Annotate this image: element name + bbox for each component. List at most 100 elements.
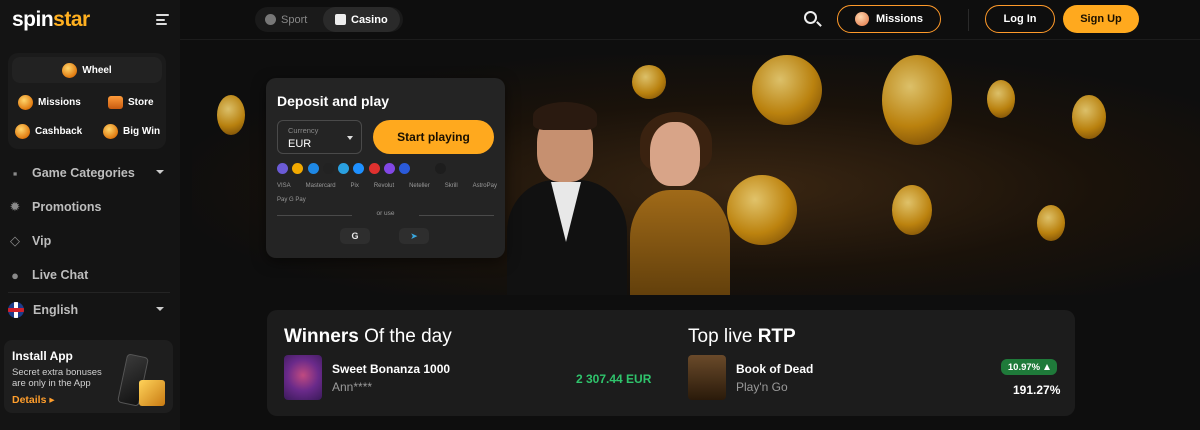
chevron-down-icon	[347, 136, 353, 140]
search-icon[interactable]	[804, 11, 817, 24]
crypto-icon	[399, 163, 411, 174]
coin-illustration	[987, 80, 1015, 118]
apple-pay-logo: Pay	[277, 197, 288, 203]
man-illustration	[507, 100, 627, 295]
sidebar-item-game-categories[interactable]: ▪ Game Categories	[8, 160, 170, 186]
divider	[8, 292, 170, 293]
astropay-logo: AstroPay	[472, 183, 497, 189]
sidebar-item-promotions[interactable]: ✹ Promotions	[8, 194, 170, 220]
rtp-value: 191.27%	[1013, 383, 1061, 397]
coin-illustration	[892, 185, 932, 235]
or-use-divider: or use	[277, 210, 494, 222]
install-title: Install App	[12, 349, 73, 363]
revolut-logo: Revolut	[373, 183, 395, 189]
crypto-icon	[434, 163, 446, 174]
visa-logo: VISA	[277, 183, 291, 189]
coin-illustration	[217, 95, 245, 135]
sweet-bonanza-thumbnail[interactable]	[284, 355, 322, 400]
wheel-button[interactable]: Wheel	[12, 57, 162, 83]
telegram-icon: ➤	[410, 230, 418, 241]
stats-card: Winners Of the day Sweet Bonanza 1000 An…	[267, 310, 1075, 416]
language-selector[interactable]: English	[8, 297, 170, 323]
woman-illustration	[622, 110, 732, 295]
payment-methods-2: Pay G Pay	[277, 197, 306, 203]
google-icon: G	[351, 231, 359, 241]
sidebar: spinstar Wheel Missions Store Cashback B…	[0, 0, 180, 430]
arrow-up-icon	[1044, 364, 1051, 370]
chat-icon: ●	[11, 267, 19, 283]
missions-icon	[854, 12, 869, 26]
rtp-game-name[interactable]: Book of Dead	[736, 362, 813, 376]
crypto-icon	[338, 163, 350, 174]
coin-illustration	[632, 65, 666, 99]
winner-amount: 2 307.44 EUR	[576, 372, 652, 386]
details-link[interactable]: Details ▸	[12, 394, 55, 406]
coin-illustration	[727, 175, 797, 245]
coin-illustration	[1037, 205, 1065, 241]
big-win-link[interactable]: Big Win	[103, 118, 160, 144]
crypto-icon	[384, 163, 396, 174]
neteller-logo: Neteller	[409, 183, 430, 189]
deposit-title: Deposit and play	[277, 93, 390, 109]
coin-illustration	[752, 55, 822, 125]
crypto-icon	[277, 163, 288, 174]
sidebar-item-vip[interactable]: ◇ Vip	[8, 228, 170, 254]
skrill-logo: Skrill	[444, 183, 458, 189]
grid-icon: ▪	[12, 165, 18, 181]
tab-sport[interactable]: Sport	[265, 7, 307, 32]
cashback-icon	[15, 123, 30, 139]
crypto-icon	[307, 163, 319, 174]
start-playing-button[interactable]: Start playing	[373, 120, 494, 154]
rtp-change-badge: 10.97%	[1001, 359, 1057, 375]
chevron-down-icon	[156, 307, 164, 311]
payment-methods: VISA Mastercard Pix Revolut Neteller Skr…	[277, 183, 497, 189]
google-login-button[interactable]: G	[340, 228, 370, 244]
topbar: Sport Casino Missions Log In Sign Up	[180, 0, 1200, 40]
store-link[interactable]: Store	[108, 89, 154, 115]
rtp-provider: Play'n Go	[736, 380, 788, 394]
pix-logo: Pix	[350, 183, 359, 189]
uk-flag-icon	[8, 302, 24, 318]
crypto-icon	[322, 163, 334, 174]
crypto-icon	[353, 163, 365, 174]
logo[interactable]: spinstar	[12, 8, 90, 32]
section-switcher: Sport Casino	[255, 7, 403, 32]
promo-links: Wheel Missions Store Cashback Big Win	[8, 53, 166, 149]
missions-button[interactable]: Missions	[837, 5, 941, 33]
top-rtp-title: Top live RTP	[688, 326, 796, 347]
install-description: Secret extra bonuses are only in the App	[12, 367, 102, 389]
mastercard-logo: Mastercard	[305, 183, 336, 189]
login-button[interactable]: Log In	[985, 5, 1055, 33]
crypto-icon	[368, 163, 380, 174]
google-pay-logo: G Pay	[289, 197, 306, 203]
big-win-icon	[103, 123, 118, 139]
telegram-login-button[interactable]: ➤	[399, 228, 429, 244]
install-app-card[interactable]: Install App Secret extra bonuses are onl…	[4, 340, 173, 413]
deposit-panel: Deposit and play Currency EUR Start play…	[266, 78, 505, 258]
winner-game-name[interactable]: Sweet Bonanza 1000	[332, 362, 450, 376]
soccer-ball-icon	[265, 14, 276, 25]
diamond-icon: ◇	[10, 233, 20, 248]
coin-illustration	[882, 55, 952, 145]
divider	[968, 9, 969, 31]
menu-toggle-icon[interactable]	[156, 14, 169, 25]
signup-button[interactable]: Sign Up	[1063, 5, 1139, 33]
cashback-link[interactable]: Cashback	[15, 118, 82, 144]
missions-icon	[18, 94, 33, 110]
gift-illustration	[139, 380, 165, 406]
crypto-icons	[277, 163, 450, 175]
missions-link[interactable]: Missions	[18, 89, 81, 115]
book-of-dead-thumbnail[interactable]	[688, 355, 726, 400]
slot-machine-icon	[335, 14, 346, 25]
wheel-icon	[62, 62, 78, 78]
sidebar-item-live-chat[interactable]: ● Live Chat	[8, 262, 170, 288]
crypto-icon	[292, 163, 304, 174]
chevron-down-icon	[156, 170, 164, 174]
tab-casino[interactable]: Casino	[323, 7, 400, 32]
coin-illustration	[1072, 95, 1106, 139]
gear-icon: ✹	[9, 199, 21, 214]
winner-player: Ann****	[332, 380, 373, 394]
store-icon	[108, 95, 123, 109]
winners-title: Winners Of the day	[284, 326, 452, 347]
currency-select[interactable]: Currency EUR	[277, 120, 362, 154]
